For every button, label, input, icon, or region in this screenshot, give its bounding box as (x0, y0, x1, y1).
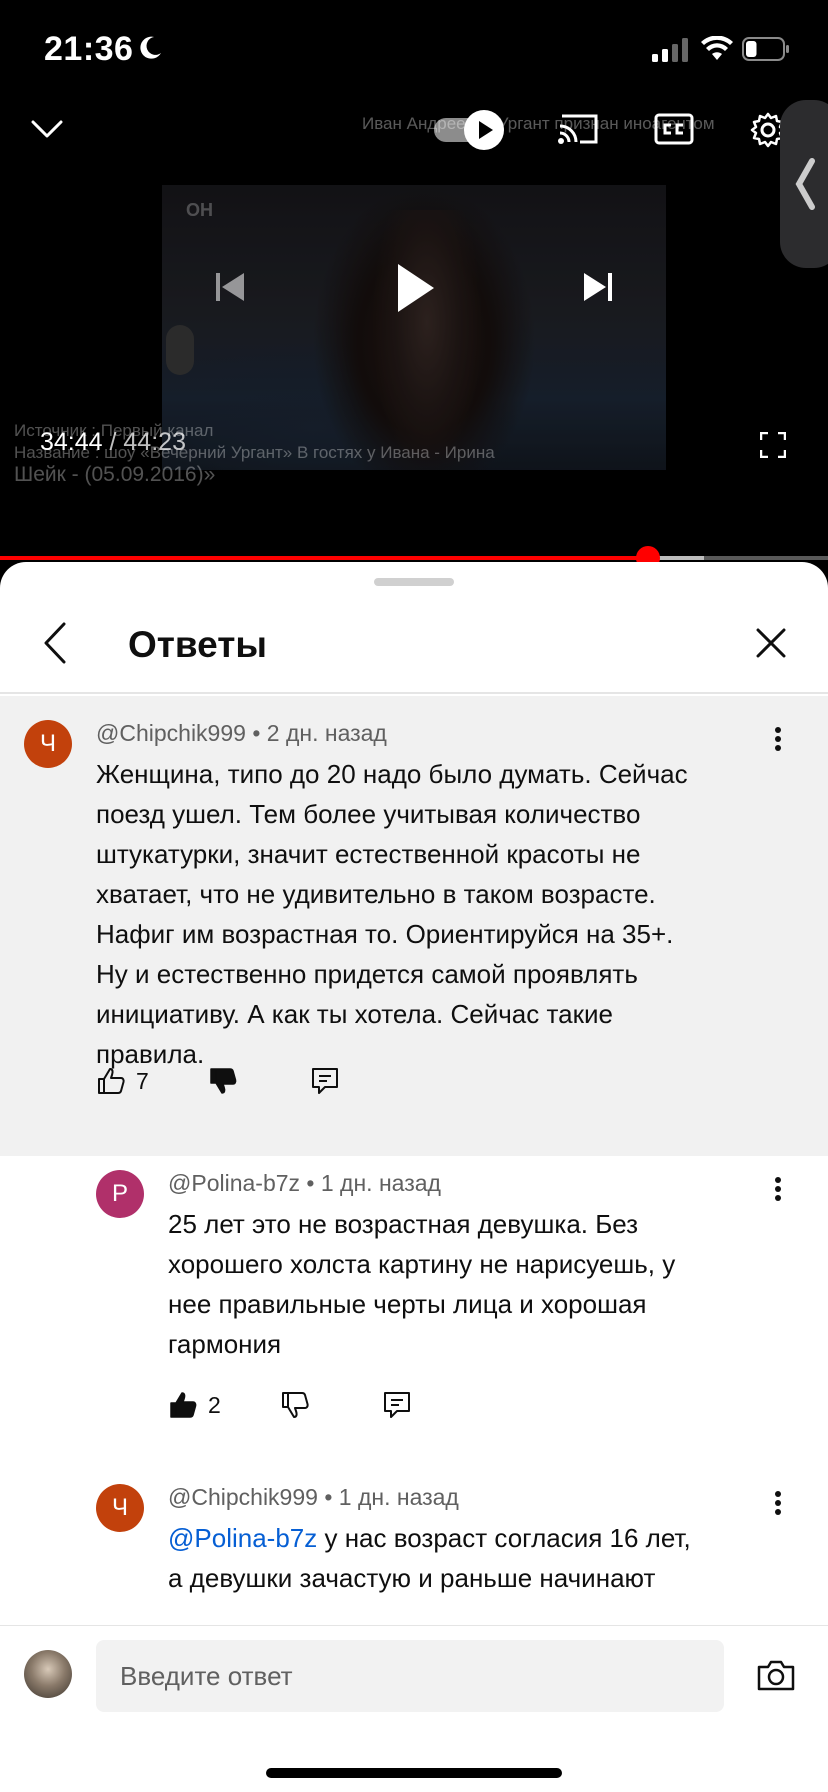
fullscreen-icon[interactable] (760, 432, 786, 458)
more-vert-icon[interactable] (774, 1490, 782, 1516)
parent-comment: Ч @Chipchik999 • 2 дн. назад Женщина, ти… (0, 696, 828, 1156)
reply-composer (0, 1625, 828, 1792)
comment-text: @Polina-b7z у нас возраст согласия 16 ле… (168, 1518, 798, 1598)
comment-line: @Polina-b7z у нас возраст согласия 16 ле… (168, 1518, 798, 1558)
seek-bar[interactable] (0, 546, 828, 570)
autoplay-toggle[interactable] (434, 110, 508, 150)
chevron-left-icon (795, 158, 815, 210)
battery-icon (742, 37, 789, 61)
time-display: 34:44 / 44:23 (40, 428, 186, 457)
moon-icon (140, 36, 161, 59)
user-avatar (24, 1650, 72, 1698)
comment-line: Женщина, типо до 20 надо было думать. Се… (96, 759, 688, 789)
reply-comment: Ч @Chipchik999 • 1 дн. назад @Polina-b7z… (0, 1480, 828, 1620)
autoplay-knob (464, 110, 504, 150)
comment-text: Женщина, типо до 20 надо было думать. Се… (96, 754, 796, 1074)
status-bar: 21:36 (0, 0, 828, 100)
next-icon[interactable] (582, 270, 614, 304)
comment-meta: @Chipchik999 • 2 дн. назад (96, 720, 387, 747)
comment-line: гармония (168, 1329, 282, 1359)
like-count: 7 (136, 1068, 149, 1094)
reply-input[interactable] (96, 1640, 724, 1712)
comment-line-text: у нас возраст согласия 16 лет, (317, 1523, 691, 1553)
cc-icon[interactable] (654, 112, 694, 146)
sheet-grabber[interactable] (374, 578, 454, 586)
comment-line: Нафиг им возрастная то. Ориентируйся на … (96, 919, 674, 949)
current-time: 34:44 (40, 428, 103, 456)
comment-line: инициативу. А как ты хотела. Сейчас таки… (96, 999, 613, 1029)
avatar[interactable]: Ч (24, 720, 72, 768)
home-indicator (266, 1768, 562, 1778)
source-line: Шейк - (05.09.2016)» (14, 463, 216, 486)
comment-author[interactable]: @Polina-b7z (168, 1170, 300, 1196)
comment-line: нее правильные черты лица и хорошая (168, 1289, 647, 1319)
mention-link[interactable]: @Polina-b7z (168, 1523, 317, 1553)
thumb-up-icon[interactable] (168, 1390, 198, 1420)
reply-icon[interactable] (382, 1390, 412, 1420)
sheet-title: Ответы (128, 624, 267, 665)
signal-icon (652, 38, 688, 62)
comment-line: штукатурки, значит естественной красоты … (96, 839, 641, 869)
comment-line: хорошего холста картину не нарисуешь, у (168, 1249, 676, 1279)
comment-meta: @Chipchik999 • 1 дн. назад (168, 1484, 459, 1511)
camera-icon[interactable] (756, 1658, 796, 1692)
meta-dot: • (324, 1484, 333, 1510)
status-time: 21:36 (44, 30, 134, 68)
thumb-down-icon[interactable] (280, 1390, 310, 1420)
chevron-down-icon[interactable] (30, 118, 64, 140)
video-player[interactable]: ОН Иван Андреевич Ургант признан иноаген… (0, 100, 828, 560)
comment-actions: 7 (96, 1066, 396, 1100)
reply-comment: P @Polina-b7z • 1 дн. назад 25 лет это н… (0, 1166, 828, 1436)
cast-icon[interactable] (556, 112, 600, 146)
comment-author[interactable]: @Chipchik999 (168, 1484, 318, 1510)
replies-sheet: Ответы Ч @Chipchik999 • 2 дн. назад Женщ… (0, 562, 828, 1792)
thumb-up-icon[interactable] (96, 1066, 126, 1096)
previous-icon[interactable] (214, 270, 246, 304)
more-vert-icon[interactable] (774, 1176, 782, 1202)
time-separator: / (102, 428, 124, 456)
played-bar (0, 556, 648, 560)
avatar[interactable]: P (96, 1170, 144, 1218)
reply-icon[interactable] (310, 1066, 340, 1096)
wifi-icon (701, 36, 733, 60)
comment-line: Ну и естественно придется самой проявлят… (96, 959, 638, 989)
avatar[interactable]: Ч (96, 1484, 144, 1532)
thumb-down-icon[interactable] (208, 1066, 238, 1096)
comment-line: 25 лет это не возрастная девушка. Без (168, 1209, 639, 1239)
controls-overlay (0, 100, 828, 560)
comment-meta: @Polina-b7z • 1 дн. назад (168, 1170, 441, 1197)
play-pause-button[interactable] (394, 260, 438, 316)
side-panel-handle[interactable] (780, 100, 828, 268)
comment-line: поезд ушел. Тем более учитывая количеств… (96, 799, 641, 829)
total-time: 44:23 (123, 428, 186, 456)
comment-text: 25 лет это не возрастная девушка. Без хо… (168, 1204, 798, 1364)
comment-age: 1 дн. назад (338, 1484, 459, 1510)
meta-dot: • (306, 1170, 315, 1196)
comment-age: 1 дн. назад (320, 1170, 441, 1196)
sheet-header: Ответы (0, 592, 828, 694)
back-icon[interactable] (40, 620, 70, 666)
play-icon (479, 121, 493, 139)
meta-dot: • (252, 720, 261, 746)
more-vert-icon[interactable] (774, 726, 782, 752)
comment-actions: 2 (168, 1390, 428, 1424)
comment-age: 2 дн. назад (266, 720, 387, 746)
comment-author[interactable]: @Chipchik999 (96, 720, 246, 746)
like-count: 2 (208, 1392, 221, 1418)
comment-line: а девушки зачастую и раньше начинают (168, 1563, 656, 1593)
close-icon[interactable] (756, 628, 786, 658)
comment-line: хватает, что не удивительно в таком возр… (96, 879, 656, 909)
